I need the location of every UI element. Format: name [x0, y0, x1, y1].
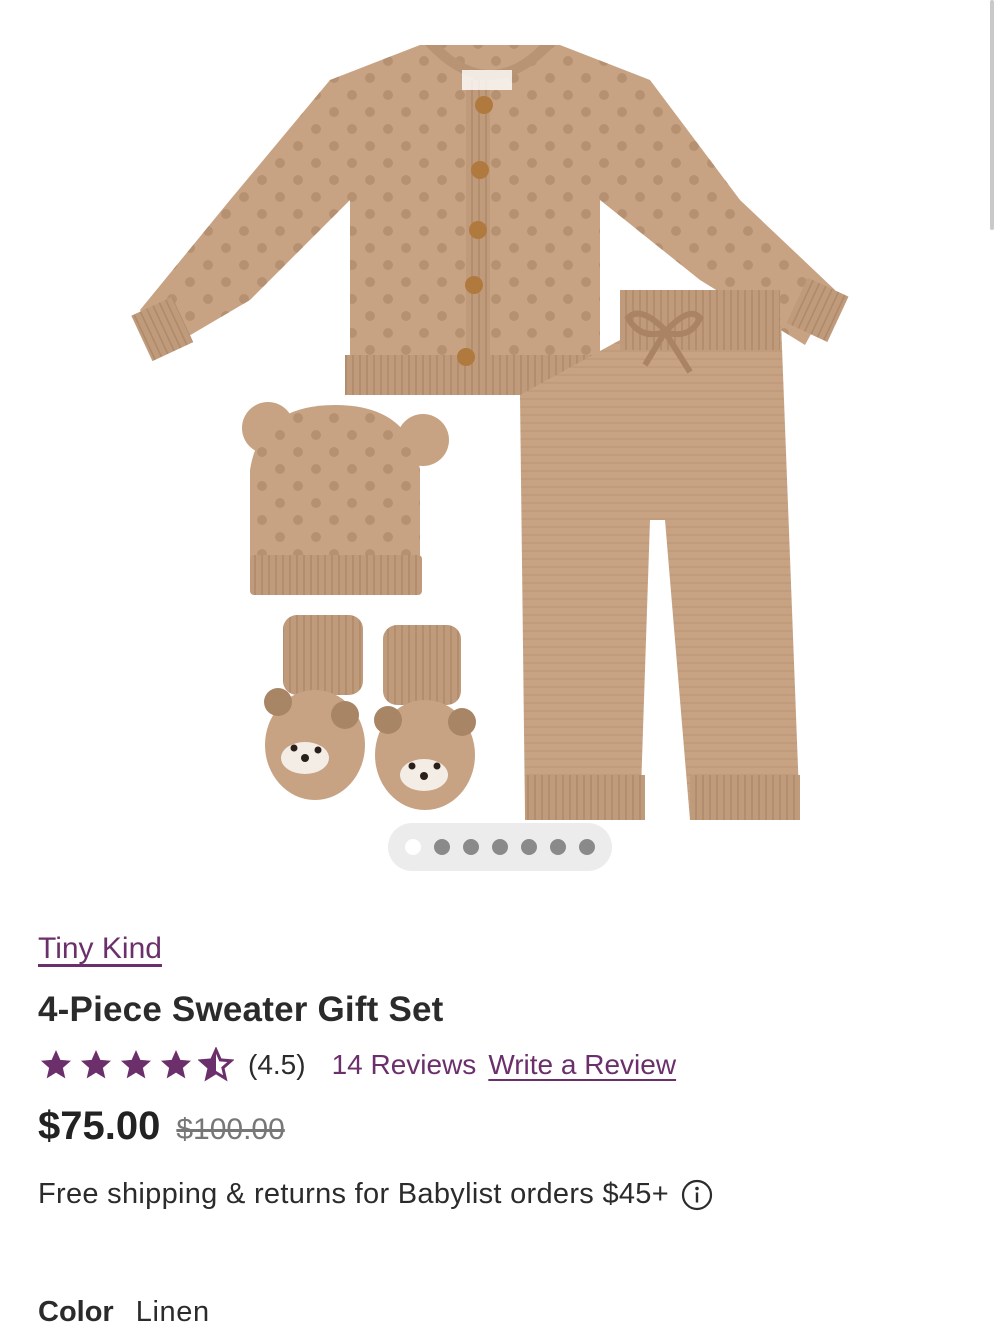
image-carousel-dots[interactable] [388, 823, 612, 871]
carousel-dot-7[interactable] [579, 839, 595, 855]
shipping-text: Free shipping & returns for Babylist ord… [38, 1178, 669, 1210]
carousel-dot-2[interactable] [434, 839, 450, 855]
original-price: $100.00 [176, 1113, 285, 1146]
product-title: 4-Piece Sweater Gift Set [38, 990, 444, 1029]
carousel-dot-6[interactable] [550, 839, 566, 855]
brand-link[interactable]: Tiny Kind [38, 932, 162, 966]
carousel-dot-3[interactable] [463, 839, 479, 855]
rating-value: (4.5) [248, 1049, 306, 1080]
star-icon [41, 1050, 71, 1079]
rating-row: (4.5) 14 Reviews Write a Review [38, 1046, 676, 1084]
info-icon[interactable] [681, 1179, 713, 1211]
hat-image [242, 402, 449, 595]
star-half-icon [198, 1047, 234, 1082]
write-review-link[interactable]: Write a Review [488, 1049, 676, 1081]
star-icon [81, 1050, 111, 1079]
reviews-link[interactable]: 14 Reviews [332, 1049, 477, 1081]
color-value: Linen [135, 1296, 210, 1328]
star-icon [161, 1050, 191, 1079]
price-row: $75.00 $100.00 [38, 1104, 285, 1149]
color-label: Color [38, 1296, 114, 1328]
carousel-dot-1[interactable] [405, 839, 421, 855]
carousel-dot-4[interactable] [492, 839, 508, 855]
star-rating [38, 1047, 234, 1083]
shipping-row: Free shipping & returns for Babylist ord… [38, 1178, 713, 1211]
color-row: Color Linen [38, 1296, 210, 1329]
sale-price: $75.00 [38, 1104, 161, 1148]
carousel-dot-5[interactable] [521, 839, 537, 855]
star-icon [121, 1050, 151, 1079]
booties-image [264, 615, 476, 810]
product-image[interactable] [0, 0, 1000, 900]
